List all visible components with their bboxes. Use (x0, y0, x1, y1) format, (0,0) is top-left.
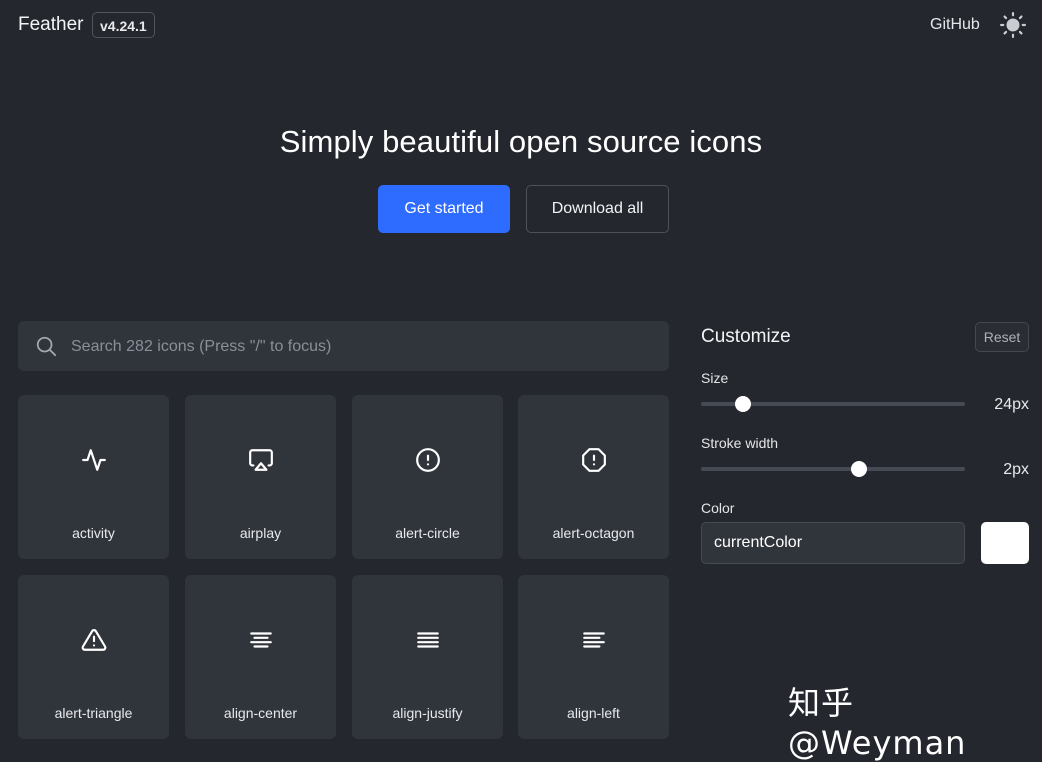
icon-card-label: alert-triangle (54, 705, 133, 721)
color-input[interactable] (701, 522, 965, 564)
alert-triangle-icon (81, 629, 107, 651)
icon-card-align-justify[interactable]: align-justify (352, 575, 503, 739)
alert-octagon-icon (582, 448, 606, 472)
alert-circle-icon (416, 448, 440, 472)
brand-name[interactable]: Feather (18, 14, 83, 36)
size-value: 24px (994, 396, 1029, 413)
icon-card-label: airplay (239, 525, 282, 541)
top-bar: Feather v4.24.1 GitHub (0, 0, 1042, 52)
icon-card-alert-octagon[interactable]: alert-octagon (518, 395, 669, 559)
align-left-icon (583, 632, 605, 648)
version-badge: v4.24.1 (92, 12, 155, 38)
reset-button[interactable]: Reset (975, 322, 1029, 352)
icon-card-label: align-justify (392, 705, 463, 721)
icon-card-label: align-center (223, 705, 298, 721)
icon-card-label: align-left (567, 705, 620, 721)
stroke-width-value: 2px (1003, 461, 1029, 478)
watermark-text: 知乎 @Weyman (788, 684, 967, 762)
align-justify-icon (417, 632, 439, 648)
icon-card-align-left[interactable]: align-left (518, 575, 669, 739)
icon-card-alert-circle[interactable]: alert-circle (352, 395, 503, 559)
color-swatch[interactable] (981, 522, 1029, 564)
get-started-button[interactable]: Get started (378, 185, 510, 233)
icon-card-activity[interactable]: activity (18, 395, 169, 559)
search-icon (36, 336, 57, 357)
stroke-width-label: Stroke width (701, 435, 779, 451)
icon-card-label: alert-octagon (552, 525, 635, 541)
hero-title: Simply beautiful open source icons (279, 124, 763, 159)
sun-icon (1000, 12, 1026, 38)
size-label: Size (701, 370, 729, 386)
stroke-width-slider-thumb[interactable] (851, 461, 868, 477)
size-slider-thumb[interactable] (735, 396, 752, 412)
icon-card-align-center[interactable]: align-center (185, 575, 336, 739)
github-link[interactable]: GitHub (930, 16, 980, 34)
icon-card-airplay[interactable]: airplay (185, 395, 336, 559)
align-center-icon (250, 632, 272, 648)
activity-icon (82, 449, 106, 471)
search-input[interactable] (69, 321, 653, 373)
icon-card-label: activity (72, 525, 115, 541)
download-all-button[interactable]: Download all (526, 185, 669, 233)
search-bar (18, 321, 669, 373)
stroke-width-slider[interactable] (701, 461, 965, 477)
airplay-icon (249, 449, 273, 471)
size-slider[interactable] (701, 396, 965, 412)
theme-toggle-button[interactable] (1000, 12, 1026, 38)
color-label: Color (701, 500, 735, 516)
customize-title: Customize (701, 326, 791, 347)
icon-card-alert-triangle[interactable]: alert-triangle (18, 575, 169, 739)
icon-card-label: alert-circle (395, 525, 460, 541)
